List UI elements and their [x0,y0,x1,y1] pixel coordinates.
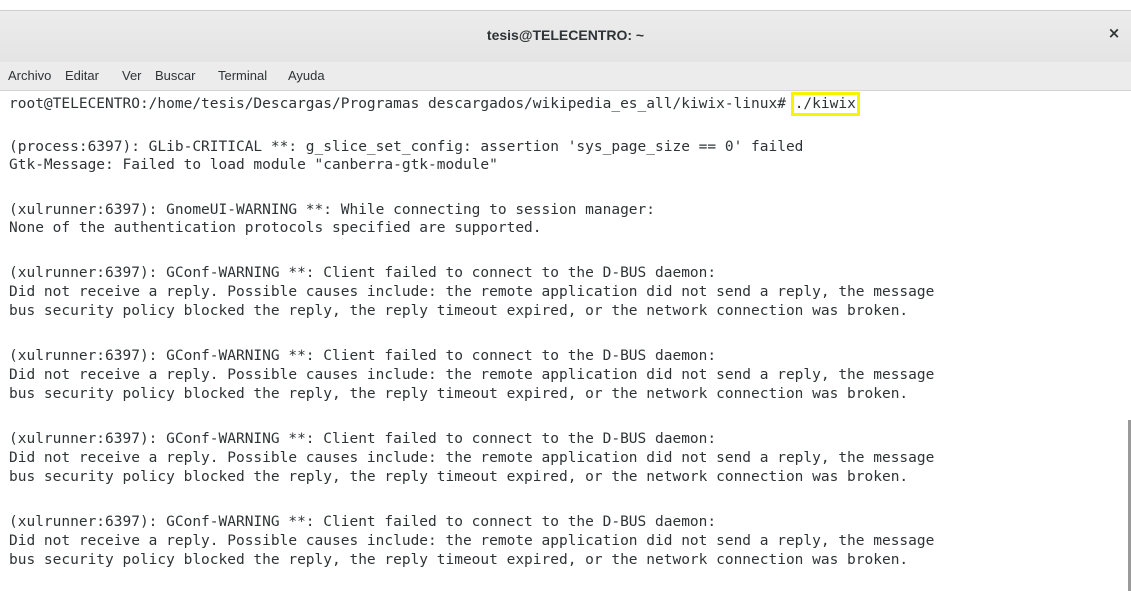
output-line: None of the authentication protocols spe… [9,220,542,236]
output-line: bus security policy blocked the reply, t… [9,303,909,319]
output-line: Did not receive a reply. Possible causes… [9,284,935,300]
close-icon[interactable]: × [1105,24,1123,42]
output-line: bus security policy blocked the reply, t… [9,469,909,485]
menu-terminal[interactable]: Terminal [218,68,267,83]
output-line: (xulrunner:6397): GnomeUI-WARNING **: Wh… [9,202,656,218]
output-line: Did not receive a reply. Possible causes… [9,367,935,383]
terminal-output[interactable]: root@TELECENTRO:/home/tesis/Descargas/Pr… [0,91,1131,591]
menu-editar[interactable]: Editar [65,68,99,83]
highlighted-command: ./kiwix [790,92,860,116]
menu-bar: Archivo Editar Ver Buscar Terminal Ayuda [0,62,1131,91]
output-line: (xulrunner:6397): GConf-WARNING **: Clie… [9,431,717,447]
output-line: bus security policy blocked the reply, t… [9,386,909,402]
shell-prompt: root@TELECENTRO:/home/tesis/Descargas/Pr… [9,96,795,112]
window-title: tesis@TELECENTRO: ~ [486,27,645,43]
menu-ayuda[interactable]: Ayuda [288,68,325,83]
terminal-window: tesis@TELECENTRO: ~ × Archivo Editar Ver… [0,0,1131,591]
menu-archivo[interactable]: Archivo [8,68,51,83]
output-line: Did not receive a reply. Possible causes… [9,533,935,549]
output-line: Gtk-Message: Failed to load module "canb… [9,157,498,173]
output-line: bus security policy blocked the reply, t… [9,552,909,568]
title-bar[interactable]: tesis@TELECENTRO: ~ × [0,10,1131,62]
output-line: Did not receive a reply. Possible causes… [9,450,935,466]
output-line: (xulrunner:6397): GConf-WARNING **: Clie… [9,265,717,281]
command-line: root@TELECENTRO:/home/tesis/Descargas/Pr… [9,92,860,116]
output-line: (process:6397): GLib-CRITICAL **: g_slic… [9,139,804,155]
output-line: (xulrunner:6397): GConf-WARNING **: Clie… [9,348,717,364]
menu-buscar[interactable]: Buscar [155,68,195,83]
output-line: (xulrunner:6397): GConf-WARNING **: Clie… [9,514,717,530]
menu-ver[interactable]: Ver [122,68,142,83]
